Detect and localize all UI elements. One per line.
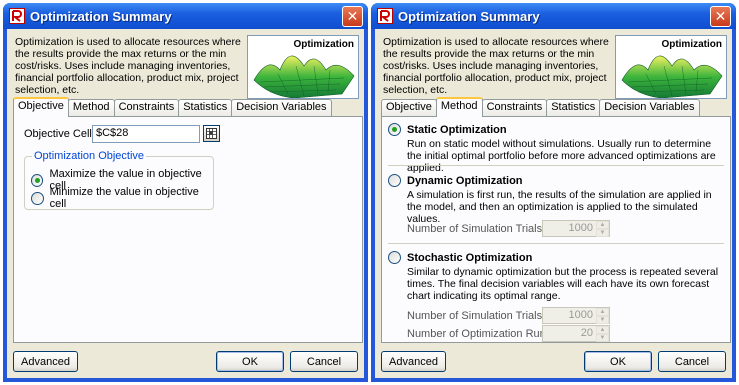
stochastic-trials-value[interactable]: 1000 [543,308,596,323]
spin-up-icon[interactable]: ▲ [596,308,609,316]
cancel-button[interactable]: Cancel [290,351,358,372]
tab-decision-variables[interactable]: Decision Variables [231,99,332,116]
spin-down-icon[interactable]: ▼ [596,229,609,237]
tab-objective[interactable]: Objective [381,99,437,116]
close-button[interactable]: ✕ [342,6,363,27]
dynamic-trials-label: Number of Simulation Trials [407,223,543,235]
close-button[interactable]: ✕ [710,6,731,27]
intro-text: Optimization is used to allocate resourc… [383,36,609,96]
spin-down-icon[interactable]: ▼ [596,316,609,324]
stochastic-trials-spinner[interactable]: 1000 ▲ ▼ [542,307,610,324]
objective-cell-label: Objective Cell [24,128,92,140]
stochastic-optimization-description: Similar to dynamic optimization but the … [407,266,719,302]
stochastic-optimization-option[interactable]: Stochastic Optimization [388,251,532,264]
optimization-summary-dialog-method: Optimization Summary ✕ Optimization is u… [371,3,736,382]
ok-button[interactable]: OK [584,351,652,372]
divider [388,165,724,166]
optimization-runs-label: Number of Optimization Runs [407,328,552,340]
tab-statistics[interactable]: Statistics [178,99,233,116]
tab-strip: Objective Method Constraints Statistics … [13,97,332,117]
spin-up-icon[interactable]: ▲ [596,326,609,334]
stochastic-trials-label: Number of Simulation Trials [407,310,543,322]
minimize-radio[interactable] [31,191,44,205]
optimization-logo: Optimization [247,35,359,99]
optimization-logo: Optimization [615,35,727,99]
close-icon: ✕ [346,8,359,24]
cell-reference-icon [206,128,217,139]
optimization-summary-dialog-objective: Optimization Summary ✕ Optimization is u… [3,3,368,382]
app-icon [9,8,25,24]
divider [388,243,724,244]
ok-button[interactable]: OK [216,351,284,372]
logo-label: Optimization [661,39,722,50]
title-bar[interactable]: Optimization Summary ✕ [3,3,368,29]
tab-constraints[interactable]: Constraints [481,99,548,116]
dynamic-optimization-radio[interactable] [388,174,401,187]
app-icon [377,8,393,24]
group-caption: Optimization Objective [32,150,147,162]
optimization-runs-spinner[interactable]: 20 ▲ ▼ [542,325,610,342]
minimize-option[interactable]: Minimize the value in objective cell [31,186,213,210]
window-title: Optimization Summary [398,8,540,24]
close-icon: ✕ [714,8,727,24]
spin-down-icon[interactable]: ▼ [596,334,609,342]
method-tab-panel: Static Optimization Run on static model … [381,116,731,343]
tab-method[interactable]: Method [435,97,483,117]
logo-label: Optimization [293,39,354,50]
optimization-objective-group: Optimization Objective Maximize the valu… [24,150,214,210]
spin-up-icon[interactable]: ▲ [596,221,609,229]
stochastic-optimization-radio[interactable] [388,251,401,264]
tab-statistics[interactable]: Statistics [546,99,601,116]
title-bar[interactable]: Optimization Summary ✕ [371,3,736,29]
dynamic-trials-value[interactable]: 1000 [543,221,596,236]
objective-cell-input[interactable]: $C$28 [92,125,200,143]
advanced-button[interactable]: Advanced [381,351,446,372]
window-title: Optimization Summary [30,8,172,24]
static-optimization-option[interactable]: Static Optimization [388,123,507,136]
dialog-body: Optimization is used to allocate resourc… [7,29,364,378]
tab-decision-variables[interactable]: Decision Variables [599,99,700,116]
cancel-button[interactable]: Cancel [658,351,726,372]
objective-tab-panel: Objective Cell $C$28 Optimization Object… [13,116,363,343]
optimization-runs-value[interactable]: 20 [543,326,596,341]
cell-reference-button[interactable] [203,125,220,142]
intro-text: Optimization is used to allocate resourc… [15,36,241,96]
maximize-radio[interactable] [31,173,44,187]
tab-objective[interactable]: Objective [13,97,69,117]
static-optimization-label: Static Optimization [407,123,507,136]
advanced-button[interactable]: Advanced [13,351,78,372]
dynamic-optimization-option[interactable]: Dynamic Optimization [388,174,523,187]
dialog-body: Optimization is used to allocate resourc… [375,29,732,378]
tab-method[interactable]: Method [67,99,115,116]
tab-constraints[interactable]: Constraints [113,99,180,116]
dynamic-optimization-label: Dynamic Optimization [407,174,523,187]
tab-strip: Objective Method Constraints Statistics … [381,97,700,117]
stochastic-optimization-label: Stochastic Optimization [407,251,533,264]
minimize-label: Minimize the value in objective cell [49,186,199,210]
dynamic-trials-spinner[interactable]: 1000 ▲ ▼ [542,220,610,237]
static-optimization-radio[interactable] [388,123,401,136]
static-optimization-description: Run on static model without simulations.… [407,138,716,174]
